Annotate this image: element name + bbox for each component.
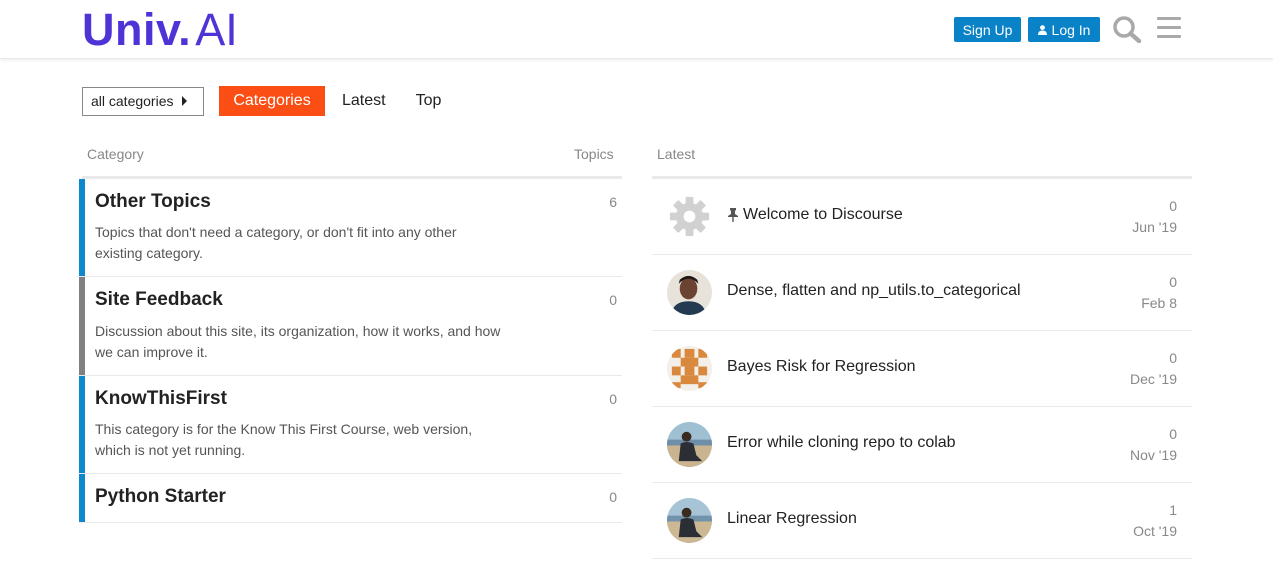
tab-latest[interactable]: Latest (331, 86, 397, 116)
category-name[interactable]: KnowThisFirst (95, 388, 227, 410)
topic-row[interactable]: Bayes Risk for Regression 0 Dec '19 (652, 331, 1192, 407)
category-color-bar (79, 277, 85, 375)
topic-reply-count: 0 (1169, 350, 1177, 366)
log-in-label: Log In (1051, 21, 1091, 38)
category-row[interactable]: KnowThisFirst This category is for the K… (79, 376, 622, 474)
topic-title-link[interactable]: Linear Regression (727, 510, 857, 528)
category-description: Discussion about this site, its organiza… (95, 323, 501, 360)
category-description: Topics that don't need a category, or do… (95, 224, 457, 261)
pin-icon (728, 208, 738, 222)
tab-categories-label: Categories (233, 92, 311, 109)
topic-reply-count: 1 (1169, 502, 1177, 518)
sign-up-label: Sign Up (962, 21, 1013, 38)
topic-row[interactable]: Error while cloning repo to colab 0 Nov … (652, 407, 1192, 483)
latest-column-header[interactable]: Latest (657, 146, 695, 162)
topic-date[interactable]: Jun '19 (1132, 219, 1177, 235)
category-topic-count: 0 (609, 391, 617, 407)
category-topic-count: 0 (609, 292, 617, 308)
topic-title: Welcome to Discourse (743, 206, 903, 223)
topic-title: Linear Regression (727, 510, 857, 527)
topic-title: Error while cloning repo to colab (727, 434, 956, 451)
logo-sub-text: AI (195, 4, 238, 55)
category-color-bar (79, 376, 85, 473)
tab-latest-label: Latest (342, 92, 386, 109)
topic-date[interactable]: Oct '19 (1133, 523, 1177, 539)
topic-reply-count: 0 (1169, 426, 1177, 442)
topic-date[interactable]: Dec '19 (1130, 371, 1177, 387)
topic-title: Bayes Risk for Regression (727, 358, 916, 375)
sign-up-button[interactable]: Sign Up (954, 17, 1021, 42)
category-row[interactable]: Python Starter 0 (79, 474, 622, 523)
tab-categories[interactable]: Categories (219, 86, 325, 116)
topic-title-link[interactable]: Error while cloning repo to colab (727, 434, 956, 452)
topic-reply-count: 0 (1169, 274, 1177, 290)
topic-date[interactable]: Feb 8 (1141, 295, 1177, 311)
topic-reply-count: 0 (1169, 198, 1177, 214)
tab-top[interactable]: Top (405, 86, 453, 116)
navigation-bar: all categories Categories Latest Top (82, 86, 452, 116)
topic-title: Dense, flatten and np_utils.to_categoric… (727, 282, 1021, 299)
topic-date[interactable]: Nov '19 (1130, 447, 1177, 463)
site-header: Univ. AI Sign Up Log In (0, 0, 1273, 59)
topic-title-link[interactable]: Welcome to Discourse (727, 206, 903, 224)
topic-title-link[interactable]: Bayes Risk for Regression (727, 358, 916, 376)
category-name[interactable]: Python Starter (95, 486, 226, 508)
category-dropdown-label: all categories (91, 93, 174, 109)
caret-right-icon (181, 96, 187, 106)
category-column-header[interactable]: Category (87, 146, 144, 162)
logo-main-text: Univ. (82, 4, 192, 55)
site-logo[interactable]: Univ. AI (82, 4, 238, 55)
user-avatar[interactable] (667, 270, 712, 315)
category-color-bar (79, 474, 85, 522)
gear-avatar-icon[interactable] (667, 194, 712, 239)
tab-top-label: Top (415, 92, 442, 109)
category-row[interactable]: Other Topics Topics that don't need a ca… (79, 179, 622, 277)
user-avatar[interactable] (667, 422, 712, 467)
hamburger-menu-icon[interactable] (1157, 17, 1181, 39)
user-icon (1037, 24, 1047, 35)
category-color-bar (79, 179, 85, 276)
topic-title-link[interactable]: Dense, flatten and np_utils.to_categoric… (727, 282, 1021, 300)
topics-column-header[interactable]: Topics (574, 146, 614, 162)
log-in-button[interactable]: Log In (1028, 17, 1100, 42)
topic-row[interactable]: Dense, flatten and np_utils.to_categoric… (652, 255, 1192, 331)
category-topic-count: 6 (609, 194, 617, 210)
search-icon[interactable] (1112, 15, 1142, 43)
identicon-avatar[interactable] (667, 346, 712, 391)
category-topic-count: 0 (609, 489, 617, 505)
category-name[interactable]: Other Topics (95, 191, 211, 213)
category-description: This category is for the Know This First… (95, 421, 473, 458)
topic-row[interactable]: Linear Regression 1 Oct '19 (652, 483, 1192, 559)
category-dropdown[interactable]: all categories (82, 86, 204, 116)
topic-row[interactable]: Welcome to Discourse 0 Jun '19 (652, 179, 1192, 255)
category-name[interactable]: Site Feedback (95, 289, 223, 311)
user-avatar[interactable] (667, 498, 712, 543)
category-row[interactable]: Site Feedback Discussion about this site… (79, 277, 622, 376)
